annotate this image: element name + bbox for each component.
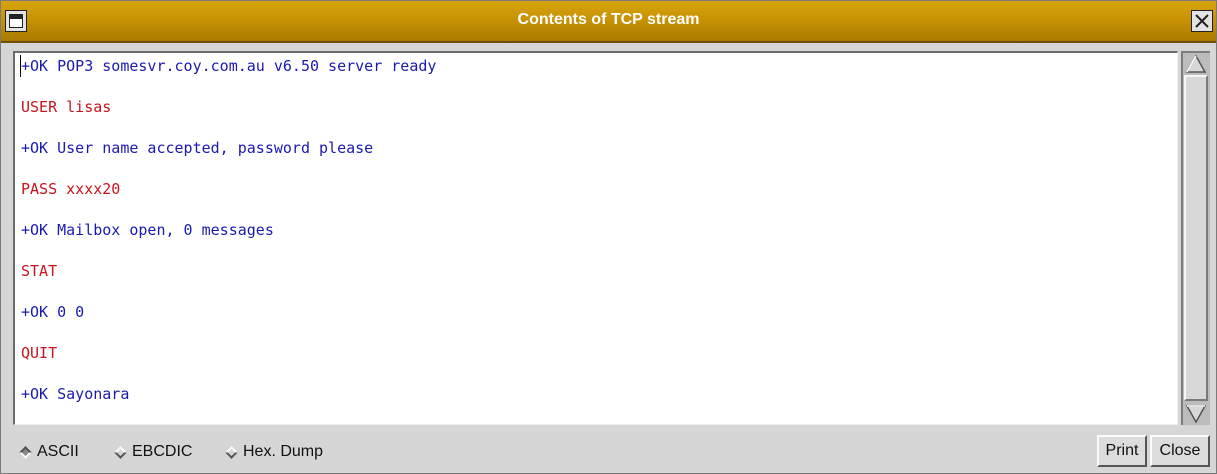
radio-ebcdic[interactable]: EBCDIC bbox=[114, 441, 192, 463]
print-button[interactable]: Print bbox=[1097, 435, 1147, 467]
stream-line-server: +OK Mailbox open, 0 messages bbox=[21, 221, 274, 239]
stream-text-area[interactable]: +OK POP3 somesvr.coy.com.au v6.50 server… bbox=[13, 51, 1178, 425]
stream-line-server: +OK 0 0 bbox=[21, 303, 85, 321]
close-button[interactable]: Close bbox=[1150, 435, 1210, 467]
stream-line-client: QUIT bbox=[21, 344, 58, 362]
scroll-down-arrow-icon[interactable] bbox=[1184, 403, 1208, 425]
stream-line-server: +OK Sayonara bbox=[21, 385, 130, 403]
title-bar[interactable]: Contents of TCP stream bbox=[1, 1, 1216, 43]
scroll-thumb[interactable] bbox=[1184, 75, 1208, 401]
tcp-stream-window: Contents of TCP stream +OK POP3 somesvr.… bbox=[0, 0, 1217, 474]
radio-unselected-icon bbox=[225, 445, 238, 459]
radio-ebcdic-label: EBCDIC bbox=[132, 443, 193, 460]
vertical-scrollbar[interactable] bbox=[1181, 51, 1210, 425]
stream-line-client: STAT bbox=[21, 262, 58, 280]
close-window-icon[interactable] bbox=[1191, 10, 1213, 32]
radio-ascii-label: ASCII bbox=[37, 443, 79, 460]
stream-line-client: USER lisas bbox=[21, 98, 112, 116]
radio-hex-dump[interactable]: Hex. Dump bbox=[225, 441, 323, 463]
radio-ascii[interactable]: ASCII bbox=[19, 441, 79, 463]
stream-line-server: +OK User name accepted, password please bbox=[21, 139, 374, 157]
window-title: Contents of TCP stream bbox=[517, 11, 700, 28]
radio-unselected-icon bbox=[114, 445, 127, 459]
bottom-toolbar: ASCII EBCDIC Hex. Dump Print Close bbox=[1, 431, 1216, 473]
stream-line-server: +OK POP3 somesvr.coy.com.au v6.50 server… bbox=[21, 57, 437, 75]
scroll-up-arrow-icon[interactable] bbox=[1184, 53, 1208, 75]
radio-hex-dump-label: Hex. Dump bbox=[243, 443, 324, 460]
stream-line-client: PASS xxxx20 bbox=[21, 180, 121, 198]
radio-selected-icon bbox=[19, 445, 32, 459]
